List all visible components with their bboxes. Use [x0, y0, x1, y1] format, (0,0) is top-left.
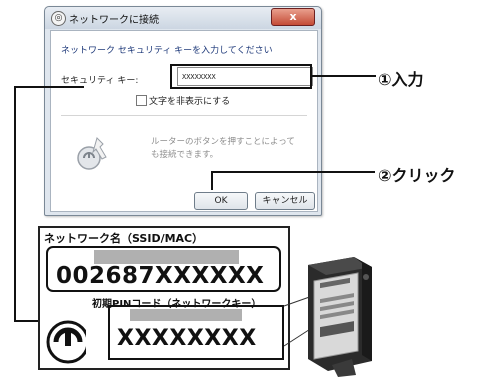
- router-device-image: [308, 257, 372, 377]
- key-field-highlight: [170, 64, 312, 89]
- dialog-titlebar: ◎ ネットワークに接続 x: [45, 7, 321, 29]
- router-button-icon: [77, 137, 107, 170]
- connect-network-dialog: ◎ ネットワークに接続 x ネットワーク セキュリティ キーを入力してください …: [44, 6, 322, 216]
- wps-logo-icon: [46, 320, 100, 364]
- hide-characters-label: 文字を非表示にする: [149, 97, 231, 107]
- ssid-value: 002687XXXXXX: [56, 263, 265, 289]
- router-hint-line2: も接続できます。: [151, 150, 219, 160]
- hide-characters-checkbox[interactable]: [136, 95, 147, 106]
- router-hint-line1: ルーターのボタンを押すことによって: [151, 137, 295, 147]
- step1-leader: [312, 75, 376, 77]
- step2-callout: ②クリック: [378, 166, 456, 185]
- network-name-heading: ネットワーク名（SSID/MAC）: [44, 232, 204, 245]
- key-to-pin-leader-vertical: [14, 86, 16, 322]
- close-button[interactable]: x: [271, 8, 315, 26]
- network-icon: ◎: [51, 11, 66, 26]
- step2-leader: [211, 171, 375, 173]
- key-to-pin-leader-top: [14, 86, 84, 88]
- security-key-prompt: ネットワーク セキュリティ キーを入力してください: [61, 46, 273, 56]
- dialog-content: ネットワーク セキュリティ キーを入力してください セキュリティ キー: XXX…: [50, 30, 318, 212]
- dialog-title: ネットワークに接続: [69, 15, 159, 26]
- separator: [61, 115, 307, 116]
- pin-redaction-bar: [130, 309, 242, 321]
- cancel-button[interactable]: キャンセル: [255, 192, 315, 210]
- ssid-redaction-bar: [94, 250, 239, 264]
- ok-button[interactable]: OK: [194, 192, 248, 210]
- step1-callout: ①入力: [378, 70, 424, 89]
- security-key-label: セキュリティ キー:: [61, 76, 139, 86]
- pin-value: XXXXXXXX: [117, 326, 257, 351]
- step2-leader-vertical: [211, 171, 213, 190]
